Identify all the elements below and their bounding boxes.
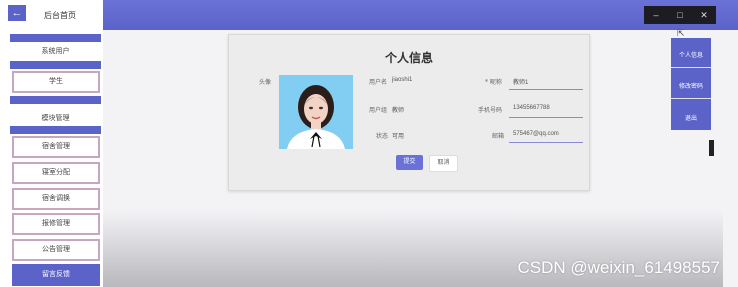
sidebar-item-announcements[interactable]: 公告管理 [12,239,100,261]
maximize-icon[interactable]: □ [672,10,688,20]
watermark-text: CSDN @weixin_61498557 [517,258,720,277]
nickname-label: * 昵称 [485,79,502,86]
email-label: 邮箱 [492,133,505,140]
group-label: 用户组 [369,107,388,114]
sidebar-item-dorm-management[interactable]: 宿舍管理 [12,136,100,158]
phone-field[interactable]: 13455667788 [513,105,550,111]
group-value: 教师 [392,107,405,114]
cancel-button[interactable]: 取消 [429,155,458,172]
sidebar-item-room-allocation[interactable]: 寝室分配 [12,162,100,184]
sidebar: 系统用户 学生 模块管理 宿舍管理 寝室分配 宿舍调换 报修管理 公告管理 留言… [0,30,103,287]
sidebar-item-modules[interactable]: 模块管理 [10,113,101,123]
menu-item-change-password[interactable]: 修改密码 [671,81,711,90]
nickname-underline [509,89,583,90]
page-title: 个人信息 [384,51,433,65]
status-value: 可用 [392,133,405,140]
menu-divider [10,96,101,104]
phone-underline [509,117,583,118]
window-controls: – □ ✕ [644,6,716,24]
minimize-icon[interactable]: – [648,10,664,20]
sidebar-item-students[interactable]: 学生 [12,71,100,93]
sidebar-item-feedback[interactable]: 留言反馈 [12,264,100,286]
status-label: 状态 [376,133,389,140]
top-bar [0,0,738,30]
brand-area: ← 后台首页 [0,0,103,30]
email-underline [509,142,583,143]
menu-separator [671,98,711,99]
portrait-icon [279,75,353,149]
menu-divider [10,34,101,42]
email-field[interactable]: 575467@qq.com [513,131,559,137]
avatar-image[interactable] [279,75,353,149]
menu-item-logout[interactable]: 退出 [671,113,711,122]
profile-card: 个人信息 头像 用户名 jiaoshi1 用户组 教师 状态 可用 * 昵称 教… [228,34,590,191]
close-icon[interactable]: ✕ [696,10,712,21]
phone-label: 手机号码 [478,107,503,114]
sidebar-item-system-users[interactable]: 系统用户 [10,46,101,56]
nickname-field[interactable]: 教师1 [513,77,528,86]
menu-divider [10,61,101,69]
menu-separator [671,67,711,68]
scroll-handle[interactable] [709,140,714,156]
username-value: jiaoshi1 [392,77,413,83]
home-link[interactable]: 后台首页 [44,10,76,21]
user-dropdown-menu: 个人信息 修改密码 退出 [671,38,711,130]
sidebar-item-dorm-swap[interactable]: 宿舍调换 [12,188,100,210]
back-arrow-icon[interactable]: ← [8,5,26,21]
submit-button[interactable]: 提交 [396,155,423,170]
username-label: 用户名 [369,79,388,86]
menu-item-profile[interactable]: 个人信息 [671,50,711,59]
menu-divider [10,126,101,134]
sidebar-item-repairs[interactable]: 报修管理 [12,213,100,235]
avatar-label: 头像 [259,79,272,86]
